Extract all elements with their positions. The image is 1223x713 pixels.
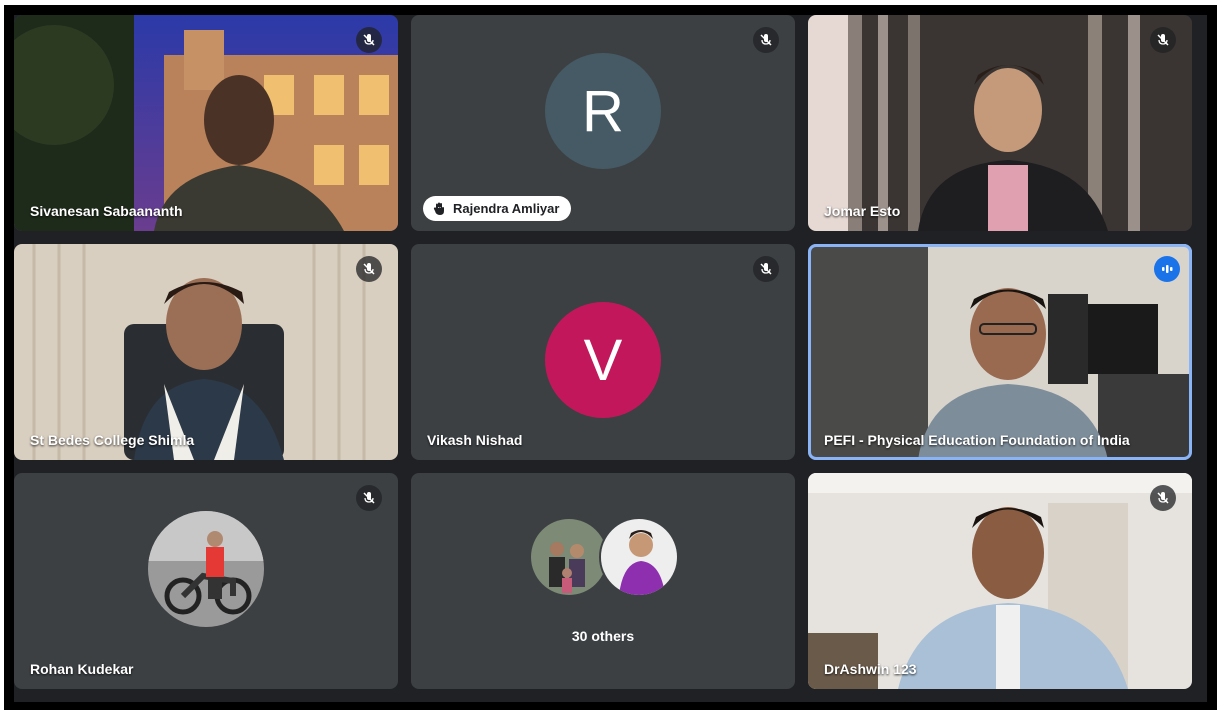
participant-tile-rajendra[interactable]: R Rajendra Amliyar (411, 15, 795, 231)
avatar (148, 511, 264, 627)
participant-tile-pefi[interactable]: PEFI - Physical Education Foundation of … (808, 244, 1192, 460)
participant-video (808, 244, 1192, 460)
mic-off-icon (753, 27, 779, 53)
participant-tile-jomar[interactable]: Jomar Esto (808, 15, 1192, 231)
participant-name: DrAshwin 123 (824, 661, 917, 677)
participant-video (808, 15, 1192, 231)
mic-off-icon (356, 256, 382, 282)
participant-name: Vikash Nishad (427, 432, 523, 448)
avatar: V (545, 302, 661, 418)
participant-name: St Bedes College Shimla (30, 432, 195, 448)
others-count: 30 others (571, 628, 635, 644)
others-avatar-1 (529, 517, 609, 597)
participant-name-pill: Rajendra Amliyar (423, 196, 572, 221)
participant-tile-sivanesan[interactable]: Sivanesan Sabaananth (14, 15, 398, 231)
participant-name: Rajendra Amliyar (453, 201, 560, 216)
mic-off-icon (753, 256, 779, 282)
mic-off-icon (356, 485, 382, 511)
avatar: R (545, 53, 661, 169)
participant-grid: Sivanesan Sabaananth R Rajendra Amliyar (14, 15, 1207, 702)
participant-name: Jomar Esto (824, 203, 901, 219)
participant-tile-rohan[interactable]: Rohan Kudekar (14, 473, 398, 689)
others-tile[interactable]: 30 others (411, 473, 795, 689)
mic-off-icon (1150, 27, 1176, 53)
participant-tile-vikash[interactable]: V Vikash Nishad (411, 244, 795, 460)
participant-name: Sivanesan Sabaananth (30, 203, 183, 219)
participant-video (14, 15, 398, 231)
meeting-window-frame: Sivanesan Sabaananth R Rajendra Amliyar (4, 5, 1217, 710)
participant-name: Rohan Kudekar (30, 661, 134, 677)
mic-off-icon (1150, 485, 1176, 511)
others-avatar-2 (599, 517, 679, 597)
participant-video (808, 473, 1192, 689)
audio-level-icon (1154, 256, 1180, 282)
participant-video (14, 244, 398, 460)
participant-tile-drashwin[interactable]: DrAshwin 123 (808, 473, 1192, 689)
participant-tile-st-bedes[interactable]: St Bedes College Shimla (14, 244, 398, 460)
mic-off-icon (356, 27, 382, 53)
hand-icon (433, 202, 445, 216)
participant-name: PEFI - Physical Education Foundation of … (824, 432, 1130, 448)
